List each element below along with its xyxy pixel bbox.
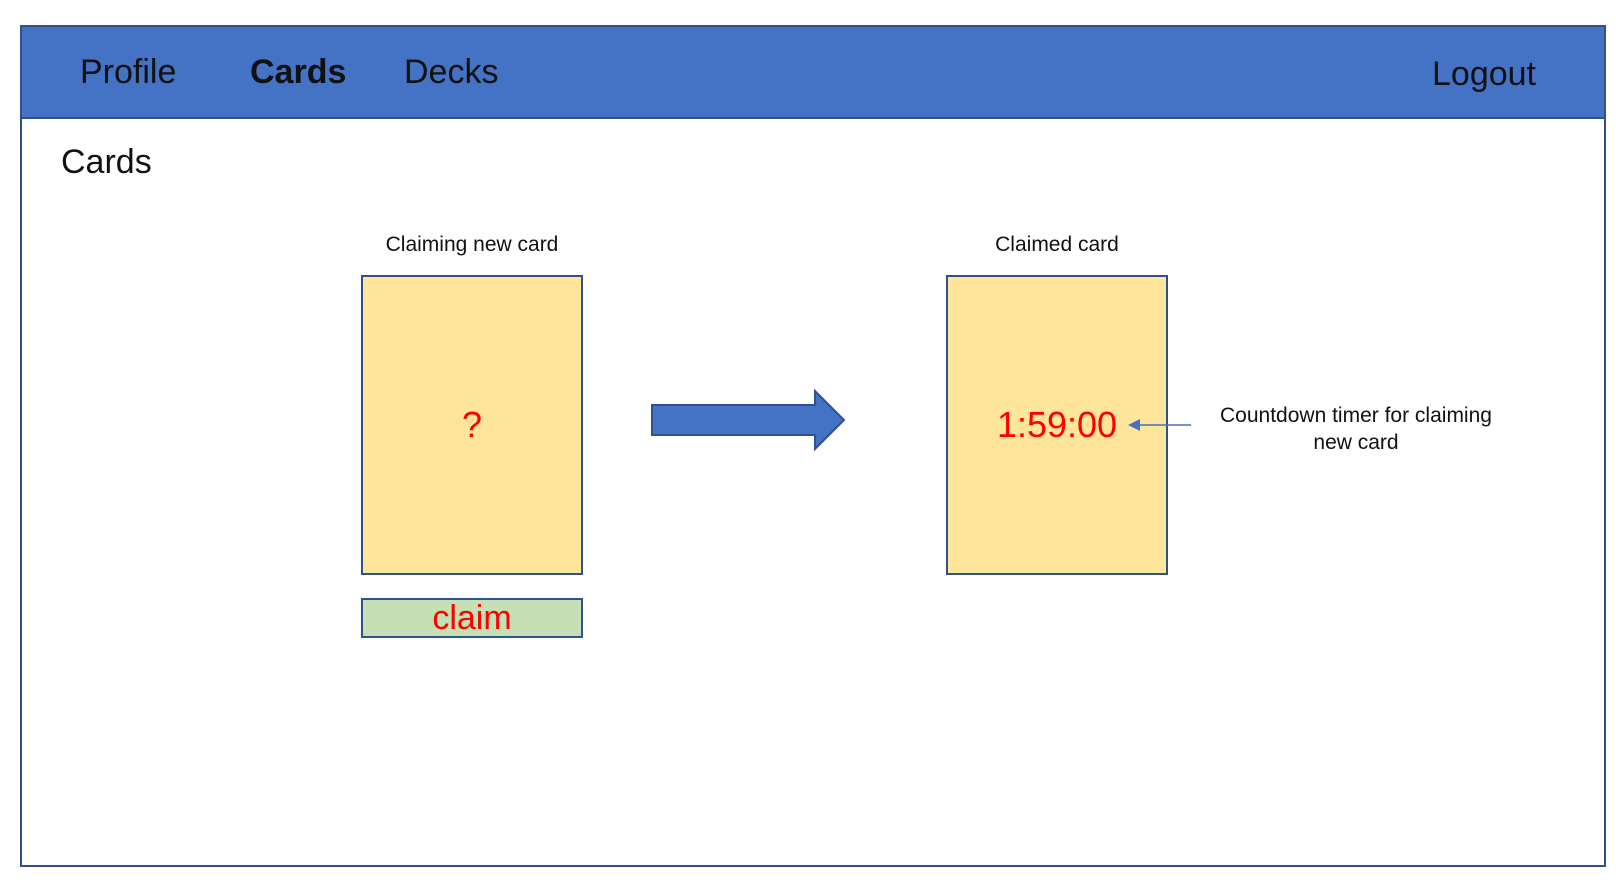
claim-button[interactable]: claim [361,598,583,638]
claiming-card-caption: Claiming new card [385,233,559,256]
timer-annotation: Countdown timer for claiming new card [1220,404,1492,454]
app-window: Profile Cards Decks Logout Cards Claimin… [20,25,1606,867]
unclaimed-card: ? [361,275,583,575]
nav-item-profile[interactable]: Profile [80,51,176,93]
nav-item-decks[interactable]: Decks [404,51,498,93]
left-arrow-icon [1128,419,1191,431]
page-title: Cards [61,143,152,181]
countdown-timer: 1:59:00 [996,404,1118,445]
top-navbar: Profile Cards Decks Logout [22,27,1604,119]
nav-item-cards[interactable]: Cards [250,51,346,93]
right-arrow-icon [651,389,846,451]
claimed-card-caption: Claimed card [995,233,1119,256]
card-question-mark: ? [461,404,483,445]
logout-link[interactable]: Logout [1432,53,1536,95]
